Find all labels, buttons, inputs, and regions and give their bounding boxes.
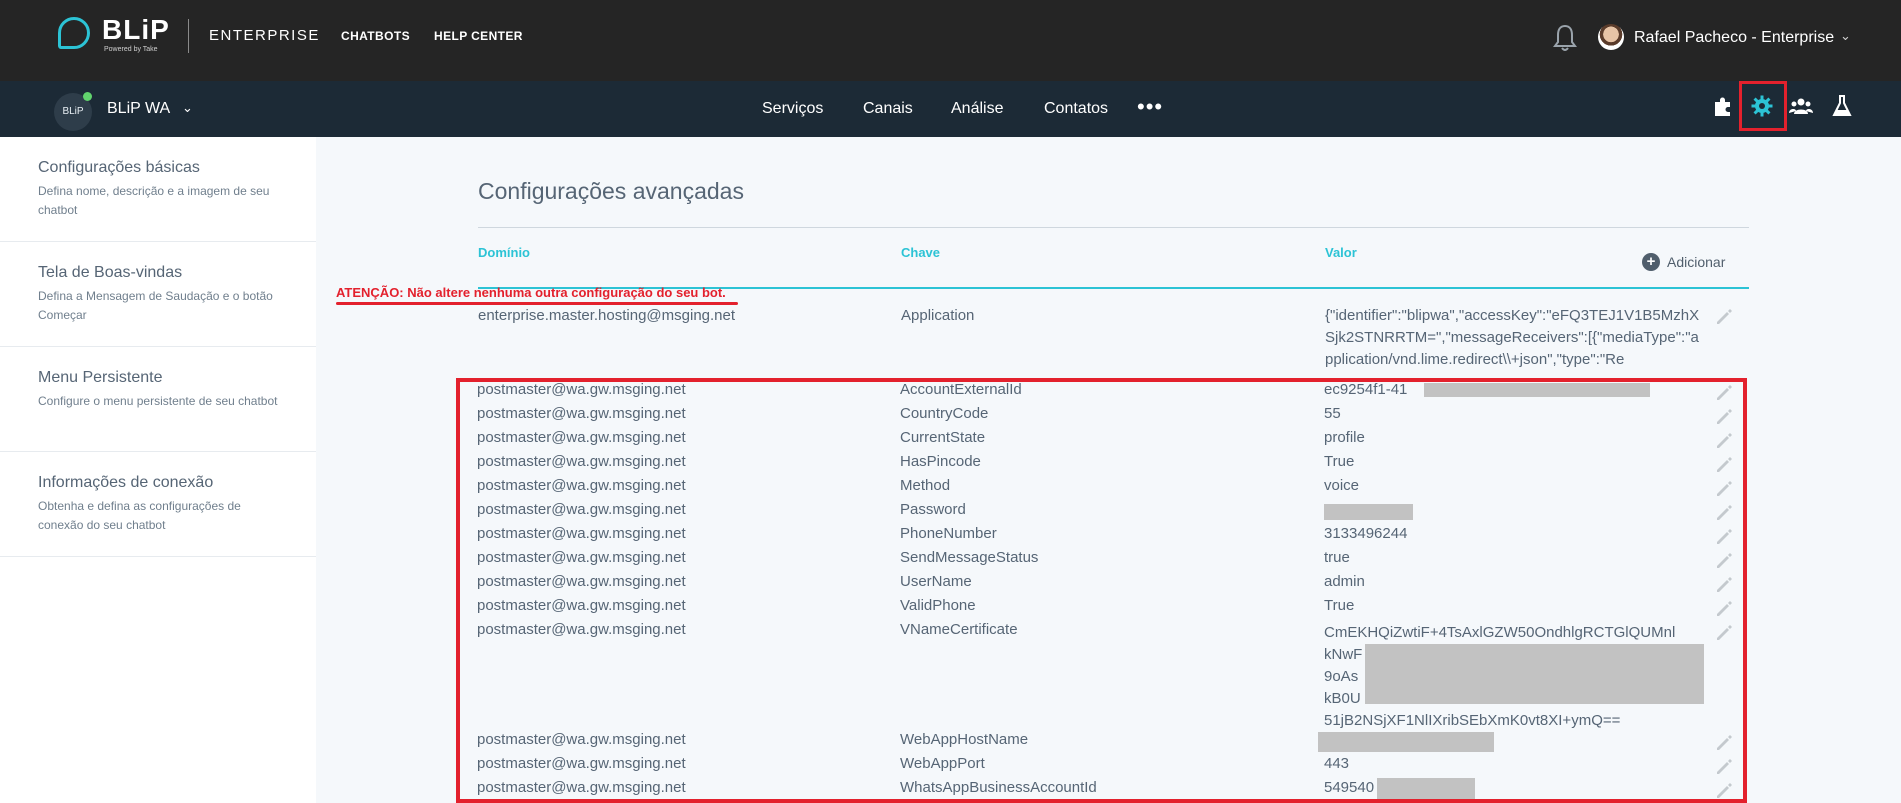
sidebar-item-title: Informações de conexão	[38, 474, 214, 491]
chevron-down-icon[interactable]: ⌄	[1840, 28, 1851, 44]
settings-sidebar: Configurações básicas Defina nome, descr…	[0, 137, 316, 803]
page-title: Configurações avançadas	[478, 178, 744, 204]
users-icon[interactable]	[1789, 94, 1813, 118]
nav-canais[interactable]: Canais	[863, 100, 913, 118]
product-label: ENTERPRISE	[209, 27, 320, 44]
online-status-dot	[83, 92, 92, 101]
nav-analise[interactable]: Análise	[951, 100, 1003, 118]
more-menu-icon[interactable]: •••	[1137, 94, 1163, 120]
logo-divider	[188, 19, 189, 53]
nav-chatbots[interactable]: CHATBOTS	[341, 29, 410, 43]
column-header-key[interactable]: Chave	[901, 245, 940, 260]
pencil-icon[interactable]	[1714, 307, 1734, 327]
sidebar-item-desc: Defina a Mensagem de Saudação e o botão …	[38, 289, 273, 322]
nav-contatos[interactable]: Contatos	[1044, 100, 1108, 118]
bot-chevron-down-icon[interactable]: ⌄	[182, 100, 193, 116]
sidebar-item-desc: Obtenha e defina as configurações de con…	[38, 499, 241, 532]
divider	[478, 227, 1749, 228]
sidebar-item-title: Configurações básicas	[38, 159, 200, 176]
flask-icon[interactable]	[1830, 94, 1854, 118]
settings-highlight-frame	[1739, 81, 1787, 131]
sidebar-item-desc: Defina nome, descrição e a imagem de seu…	[38, 184, 270, 217]
brand-logo-text[interactable]: BLiP	[102, 14, 170, 46]
sidebar-item-desc: Configure o menu persistente de seu chat…	[38, 394, 278, 408]
bell-icon[interactable]	[1553, 24, 1577, 52]
warning-annotation: ATENÇÃO: Não altere nenhuma outra config…	[336, 285, 726, 300]
column-header-domain[interactable]: Domínio	[478, 245, 530, 260]
user-name[interactable]: Rafael Pacheco - Enterprise	[1634, 29, 1834, 47]
sidebar-item-welcome-screen[interactable]: Tela de Boas-vindas Defina a Mensagem de…	[0, 242, 316, 347]
sidebar-item-title: Menu Persistente	[38, 369, 163, 386]
brand-subtitle: Powered by Take	[104, 46, 158, 53]
puzzle-icon[interactable]	[1711, 94, 1735, 118]
sidebar-item-persistent-menu[interactable]: Menu Persistente Configure o menu persis…	[0, 347, 316, 452]
nav-servicos[interactable]: Serviços	[762, 100, 823, 118]
user-avatar[interactable]	[1598, 24, 1624, 50]
sidebar-item-connection-info[interactable]: Informações de conexão Obtenha e defina …	[0, 452, 316, 557]
sidebar-item-title: Tela de Boas-vindas	[38, 264, 183, 281]
nav-help-center[interactable]: HELP CENTER	[434, 29, 523, 43]
row-domain: enterprise.master.hosting@msging.net	[478, 307, 736, 324]
warning-underline	[336, 302, 738, 305]
highlight-frame-bottom	[456, 799, 1747, 803]
column-header-value[interactable]: Valor	[1325, 245, 1357, 260]
add-button-label: Adicionar	[1667, 254, 1726, 270]
blip-logo-icon[interactable]	[58, 17, 90, 49]
bot-name[interactable]: BLiP WA	[107, 100, 170, 118]
highlight-frame	[456, 378, 1747, 802]
row-value: {"identifier":"blipwa","accessKey":"eFQ3…	[1325, 307, 1700, 368]
plus-icon: +	[1642, 253, 1660, 271]
row-key: Application	[901, 307, 975, 324]
sidebar-item-basic-settings[interactable]: Configurações básicas Defina nome, descr…	[0, 137, 316, 242]
